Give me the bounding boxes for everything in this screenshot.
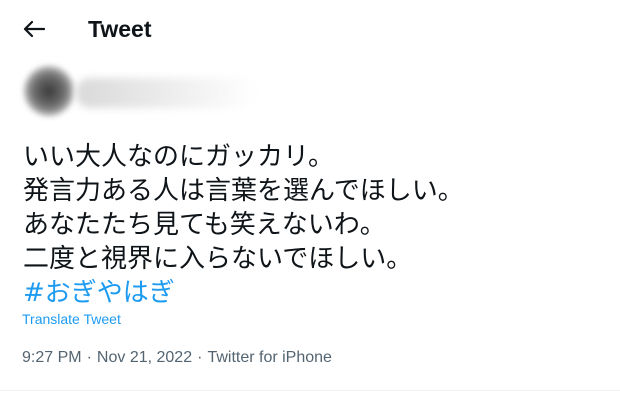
author-name-blurred[interactable] [76, 78, 256, 108]
tweet-text-line: いい大人なのにガッカリ。 [23, 142, 334, 172]
divider [0, 390, 620, 391]
arrow-left-icon [23, 20, 45, 38]
tweet-text: いい大人なのにガッカリ。 発言力ある人は言葉を選んでほしい。 あなたたち見ても笑… [23, 140, 603, 310]
hashtag-link[interactable]: #おぎやはぎ [23, 276, 603, 310]
tweet-source-link[interactable]: Twitter for iPhone [207, 349, 332, 366]
translate-tweet-link[interactable]: Translate Tweet [22, 311, 121, 327]
tweet-author[interactable] [14, 60, 274, 116]
tweet-time[interactable]: 9:27 PM [22, 349, 82, 366]
page-title: Tweet [88, 16, 152, 42]
tweet-text-line: 二度と視界に入らないでほしい。 [23, 244, 413, 274]
tweet-text-line: あなたたち見ても笑えないわ。 [23, 210, 386, 240]
tweet-header: Tweet [0, 0, 620, 58]
avatar[interactable] [24, 66, 74, 116]
separator: · [197, 349, 203, 366]
tweet-text-line: 発言力ある人は言葉を選んでほしい。 [23, 176, 464, 206]
tweet-metadata: 9:27 PM · Nov 21, 2022 · Twitter for iPhone [22, 349, 332, 367]
separator: · [86, 349, 92, 366]
tweet-date[interactable]: Nov 21, 2022 [97, 349, 192, 366]
back-button[interactable] [18, 15, 50, 43]
